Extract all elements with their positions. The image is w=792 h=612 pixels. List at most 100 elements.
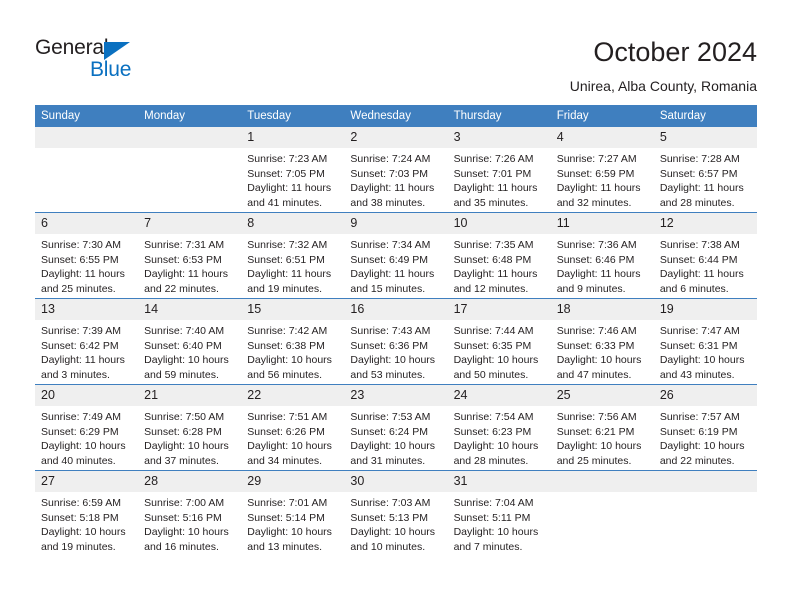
sunset-line: Sunset: 6:26 PM (247, 425, 325, 438)
sunrise-line: Sunrise: 7:38 AM (659, 239, 740, 251)
day-number: 10 (447, 213, 551, 234)
calendar-day-cell[interactable]: 5 Sunrise: 7:28 AM Sunset: 6:57 PM Daylight… (653, 127, 757, 213)
sunrise-line: Sunrise: 7:27 AM (556, 153, 637, 165)
day-sun-info: Sunrise: 7:46 AM Sunset: 6:33 PM Daylight:… (551, 320, 654, 384)
day-sun-info: Sunrise: 6:59 AM Sunset: 5:18 PM Daylight:… (35, 492, 138, 556)
calendar-day-cell[interactable]: 26 Sunrise: 7:57 AM Sunset: 6:19 PM Dayligh… (653, 384, 757, 471)
day-sun-info: Sunrise: 7:27 AM Sunset: 6:59 PM Daylight:… (551, 148, 654, 212)
daylight-line: Daylight: 10 hours (453, 354, 539, 367)
day-number: 15 (241, 299, 345, 320)
calendar-day-cell[interactable]: 12 Sunrise: 7:38 AM Sunset: 6:44 PM Dayligh… (653, 212, 757, 299)
sunrise-line: Sunrise: 7:35 AM (453, 239, 534, 251)
sunrise-line: Sunrise: 7:42 AM (247, 325, 328, 337)
day-sun-info: Sunrise: 7:40 AM Sunset: 6:40 PM Daylight:… (138, 320, 241, 384)
sunrise-line: Sunrise: 7:53 AM (350, 411, 431, 423)
sunset-line: Sunset: 6:51 PM (247, 253, 325, 266)
sunset-line: Sunset: 7:05 PM (247, 167, 325, 180)
day-sun-info: Sunrise: 7:32 AM Sunset: 6:51 PM Daylight:… (241, 234, 344, 298)
calendar-day-cell[interactable]: 21 Sunrise: 7:50 AM Sunset: 6:28 PM Dayligh… (138, 384, 242, 471)
sunrise-line: Sunrise: 7:00 AM (144, 497, 225, 509)
daylight-line: Daylight: 11 hours (41, 354, 125, 367)
calendar-day-cell[interactable]: 27 Sunrise: 6:59 AM Sunset: 5:18 PM Dayligh… (35, 470, 139, 556)
sunrise-line: Sunrise: 7:51 AM (247, 411, 328, 423)
daylight-line: Daylight: 10 hours (556, 440, 642, 453)
day-sun-info: Sunrise: 7:42 AM Sunset: 6:38 PM Daylight:… (241, 320, 344, 384)
calendar-day-cell[interactable]: 3 Sunrise: 7:26 AM Sunset: 7:01 PM Daylight… (447, 127, 551, 213)
calendar-day-cell[interactable]: 23 Sunrise: 7:53 AM Sunset: 6:24 PM Dayligh… (344, 384, 448, 471)
daylight-line: Daylight: 11 hours (659, 268, 744, 281)
daylight-line: Daylight: 10 hours (144, 526, 229, 539)
calendar-day-cell[interactable]: 1 Sunrise: 7:23 AM Sunset: 7:05 PM Daylight… (241, 127, 345, 213)
day-number: 31 (447, 471, 551, 492)
sunset-line: Sunset: 6:59 PM (556, 167, 635, 180)
sunset-line: Sunset: 6:53 PM (144, 253, 222, 266)
sunrise-line: Sunrise: 7:31 AM (144, 239, 225, 251)
daylight-line-cont: and 10 minutes. (350, 540, 426, 553)
sunrise-line: Sunrise: 7:26 AM (453, 153, 534, 165)
daylight-line: Daylight: 11 hours (453, 268, 538, 281)
daylight-line-cont: and 19 minutes. (41, 540, 116, 553)
sunset-line: Sunset: 6:48 PM (453, 253, 532, 266)
day-number: 22 (241, 385, 345, 406)
calendar-body: 1 Sunrise: 7:23 AM Sunset: 7:05 PM Daylight… (35, 127, 757, 556)
calendar-day-cell[interactable]: 2 Sunrise: 7:24 AM Sunset: 7:03 PM Daylight… (344, 127, 448, 213)
calendar-day-cell-empty (653, 470, 757, 556)
calendar-day-cell[interactable]: 29 Sunrise: 7:01 AM Sunset: 5:14 PM Dayligh… (241, 470, 345, 556)
calendar-day-cell[interactable]: 25 Sunrise: 7:56 AM Sunset: 6:21 PM Dayligh… (550, 384, 654, 471)
page-title: October 2024 (593, 37, 757, 67)
sunset-line: Sunset: 6:29 PM (41, 425, 119, 438)
day-number: 17 (447, 299, 551, 320)
day-sun-info: Sunrise: 7:56 AM Sunset: 6:21 PM Daylight:… (551, 406, 654, 470)
sunset-line: Sunset: 5:18 PM (41, 511, 119, 524)
calendar-day-cell[interactable]: 11 Sunrise: 7:36 AM Sunset: 6:46 PM Dayligh… (550, 212, 654, 299)
calendar-day-cell[interactable]: 16 Sunrise: 7:43 AM Sunset: 6:36 PM Dayligh… (344, 298, 448, 385)
logo-text-general: General (35, 36, 109, 59)
sunset-line: Sunset: 6:19 PM (659, 425, 738, 438)
daylight-line-cont: and 28 minutes. (659, 196, 735, 209)
calendar-day-cell[interactable]: 15 Sunrise: 7:42 AM Sunset: 6:38 PM Dayligh… (241, 298, 345, 385)
daylight-line-cont: and 15 minutes. (350, 282, 426, 295)
calendar-day-cell[interactable]: 24 Sunrise: 7:54 AM Sunset: 6:23 PM Dayligh… (447, 384, 551, 471)
day-number: 5 (653, 127, 757, 148)
sunrise-line: Sunrise: 7:43 AM (350, 325, 431, 337)
daylight-line: Daylight: 11 hours (247, 268, 332, 281)
calendar-day-cell[interactable]: 9 Sunrise: 7:34 AM Sunset: 6:49 PM Daylight… (344, 212, 448, 299)
calendar-day-cell-empty (35, 127, 139, 213)
general-blue-logo[interactable]: General Blue (35, 36, 165, 92)
sunset-line: Sunset: 5:16 PM (144, 511, 222, 524)
day-sun-info: Sunrise: 7:36 AM Sunset: 6:46 PM Daylight:… (551, 234, 654, 298)
calendar-day-cell[interactable]: 18 Sunrise: 7:46 AM Sunset: 6:33 PM Dayligh… (550, 298, 654, 385)
calendar-day-cell[interactable]: 20 Sunrise: 7:49 AM Sunset: 6:29 PM Dayligh… (35, 384, 139, 471)
calendar-day-cell[interactable]: 17 Sunrise: 7:44 AM Sunset: 6:35 PM Dayligh… (447, 298, 551, 385)
calendar-day-cell[interactable]: 8 Sunrise: 7:32 AM Sunset: 6:51 PM Daylight… (241, 212, 345, 299)
daylight-line: Daylight: 10 hours (41, 440, 126, 453)
logo-text-blue: Blue (90, 58, 132, 81)
sunset-line: Sunset: 6:55 PM (41, 253, 119, 266)
day-number: 8 (241, 213, 345, 234)
sunrise-line: Sunrise: 7:40 AM (144, 325, 225, 337)
daylight-line: Daylight: 11 hours (453, 182, 538, 195)
calendar-day-cell[interactable]: 22 Sunrise: 7:51 AM Sunset: 6:26 PM Dayligh… (241, 384, 345, 471)
calendar-day-cell[interactable]: 19 Sunrise: 7:47 AM Sunset: 6:31 PM Dayligh… (653, 298, 757, 385)
day-number (35, 127, 139, 148)
day-sun-info: Sunrise: 7:30 AM Sunset: 6:55 PM Daylight:… (35, 234, 138, 298)
calendar-day-cell[interactable]: 14 Sunrise: 7:40 AM Sunset: 6:40 PM Dayligh… (138, 298, 242, 385)
day-sun-info: Sunrise: 7:47 AM Sunset: 6:31 PM Daylight:… (654, 320, 757, 384)
sunrise-line: Sunrise: 7:30 AM (41, 239, 121, 251)
calendar-day-cell[interactable]: 4 Sunrise: 7:27 AM Sunset: 6:59 PM Daylight… (550, 127, 654, 213)
day-sun-info: Sunrise: 7:50 AM Sunset: 6:28 PM Daylight:… (138, 406, 241, 470)
calendar-day-cell[interactable]: 30 Sunrise: 7:03 AM Sunset: 5:13 PM Dayligh… (344, 470, 448, 556)
calendar-day-cell[interactable]: 28 Sunrise: 7:00 AM Sunset: 5:16 PM Dayligh… (138, 470, 242, 556)
daylight-line-cont: and 35 minutes. (453, 196, 529, 209)
calendar-day-cell[interactable]: 31 Sunrise: 7:04 AM Sunset: 5:11 PM Dayligh… (447, 470, 551, 556)
calendar-day-cell[interactable]: 7 Sunrise: 7:31 AM Sunset: 6:53 PM Daylight… (138, 212, 242, 299)
sunset-line: Sunset: 6:40 PM (144, 339, 222, 352)
sunrise-line: Sunrise: 7:32 AM (247, 239, 328, 251)
calendar-day-cell[interactable]: 10 Sunrise: 7:35 AM Sunset: 6:48 PM Dayligh… (447, 212, 551, 299)
daylight-line-cont: and 25 minutes. (556, 454, 632, 467)
daylight-line: Daylight: 10 hours (556, 354, 642, 367)
calendar-day-cell[interactable]: 6 Sunrise: 7:30 AM Sunset: 6:55 PM Daylight… (35, 212, 139, 299)
day-sun-info: Sunrise: 7:03 AM Sunset: 5:13 PM Daylight:… (344, 492, 447, 556)
daylight-line: Daylight: 10 hours (659, 354, 745, 367)
calendar-day-cell[interactable]: 13 Sunrise: 7:39 AM Sunset: 6:42 PM Dayligh… (35, 298, 139, 385)
